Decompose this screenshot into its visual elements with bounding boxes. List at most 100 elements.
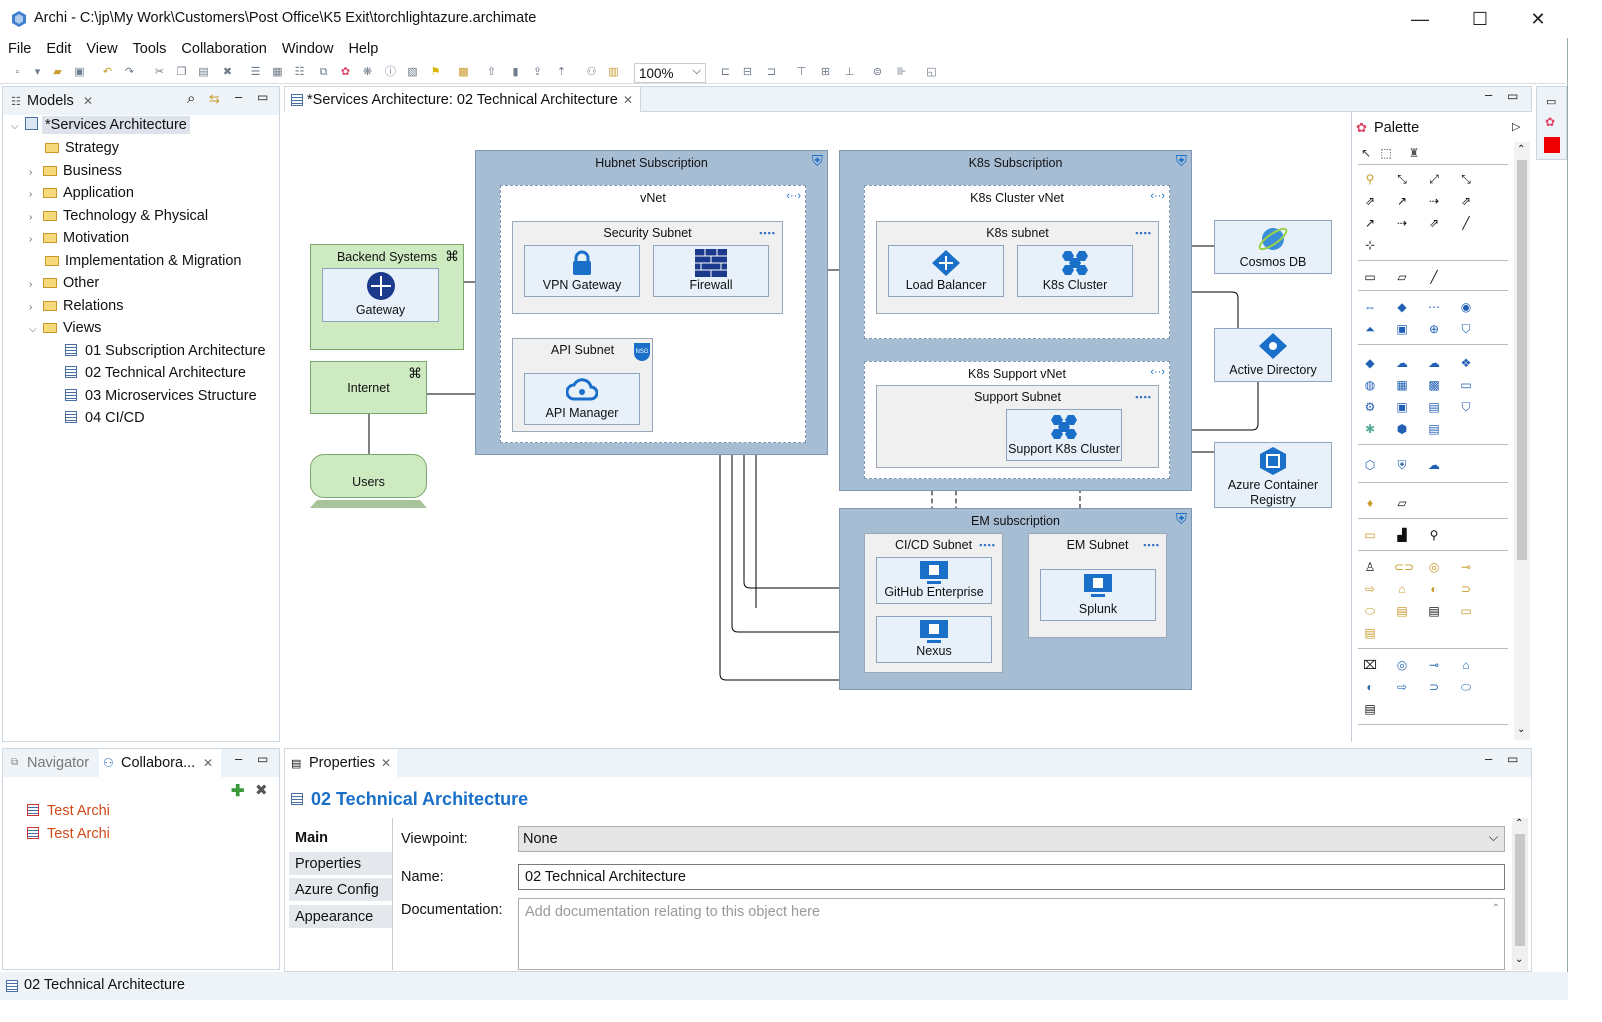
gateway-node[interactable]: Gateway xyxy=(322,268,439,322)
azure-subscription-icon[interactable]: ⛨ xyxy=(1394,458,1410,472)
security-subnet[interactable]: Security Subnet ▪▪▪▪ VPN Gateway Firewal… xyxy=(512,221,783,314)
app-interface-icon[interactable]: ⊸ xyxy=(1426,658,1442,672)
maximize-button[interactable]: ☐ xyxy=(1457,6,1503,32)
access-icon[interactable]: ⇢ xyxy=(1426,194,1442,208)
viewpoint-select[interactable]: None ⌵ xyxy=(518,826,1505,852)
minimize-panel-icon[interactable]: – xyxy=(235,89,242,104)
properties-icon[interactable]: ▦ xyxy=(270,65,285,80)
menu-help[interactable]: Help xyxy=(340,38,385,57)
close-icon[interactable]: ✕ xyxy=(203,756,213,770)
em-subnet[interactable]: EM Subnet ▪▪▪▪ Splunk xyxy=(1028,533,1167,638)
palette-scrollbar[interactable]: ⌃ ⌄ xyxy=(1514,142,1530,740)
outline-icon[interactable]: ☷ xyxy=(292,65,307,80)
tree-folder-motivation[interactable]: › Motivation xyxy=(29,230,129,246)
association-icon[interactable]: ╱ xyxy=(1458,216,1474,230)
azure-firewall-icon[interactable]: ▦ xyxy=(1394,378,1410,392)
cosmos-db-node[interactable]: Cosmos DB xyxy=(1214,220,1332,274)
scroll-down-icon[interactable]: ⌄ xyxy=(1515,954,1523,965)
menu-tools[interactable]: Tools xyxy=(125,38,174,57)
palette-icon[interactable]: ✿ xyxy=(338,65,353,80)
tab-azure-config[interactable]: Azure Config xyxy=(289,878,393,902)
tree-folder-implementation[interactable]: Implementation & Migration xyxy=(45,253,242,269)
app-service-icon[interactable]: ⬭ xyxy=(1458,680,1474,694)
tab-properties[interactable]: ▤ Properties ✕ xyxy=(285,749,397,777)
collab-commit-icon[interactable]: ⇧ xyxy=(484,65,499,80)
note-icon[interactable]: ▭ xyxy=(1362,270,1378,284)
minimize-panel-icon[interactable]: – xyxy=(1485,87,1492,102)
scroll-up-icon[interactable]: ⌃ xyxy=(1515,818,1523,829)
azure-nsg-icon[interactable]: ⛉ xyxy=(1458,322,1474,336)
tree-view-4[interactable]: 04 CI/CD xyxy=(65,410,145,426)
menu-collaboration[interactable]: Collaboration xyxy=(173,38,273,57)
format-painter-icon[interactable]: ♜ xyxy=(1406,146,1422,160)
scroll-thumb[interactable] xyxy=(1515,834,1525,946)
azure-network-icon[interactable]: ✱ xyxy=(1362,422,1378,436)
flow-icon[interactable]: ⇢ xyxy=(1394,216,1410,230)
em-subscription-group[interactable]: EM subscription ⛨ CI/CD Subnet ▪▪▪▪ GitH… xyxy=(839,508,1192,690)
azure-app-icon[interactable]: ▩ xyxy=(1426,378,1442,392)
search-icon[interactable]: ⌕ xyxy=(187,90,195,107)
models-tree-icon[interactable]: ☰ xyxy=(248,65,263,80)
close-icon[interactable]: ✕ xyxy=(381,756,391,770)
menu-edit[interactable]: Edit xyxy=(38,38,78,57)
diagram-canvas[interactable]: Hubnet Subscription ⛨ vNet ‹··› Security… xyxy=(286,112,1350,742)
tree-folder-application[interactable]: › Application xyxy=(29,185,134,201)
tab-main[interactable]: Main xyxy=(289,826,393,850)
business-object-icon[interactable]: ▤ xyxy=(1394,604,1410,618)
app-interaction-icon[interactable]: ◐ xyxy=(1362,680,1378,694)
marquee-tool-icon[interactable]: ⬚ xyxy=(1378,146,1394,160)
cicd-subnet[interactable]: CI/CD Subnet ▪▪▪▪ GitHub Enterprise Nexu… xyxy=(864,533,1003,673)
business-event-icon[interactable]: ⊃ xyxy=(1458,582,1474,596)
app-process-icon[interactable]: ⇨ xyxy=(1394,680,1410,694)
close-window-button[interactable]: ✕ xyxy=(1515,6,1561,32)
triggering-icon[interactable]: ↗ xyxy=(1362,216,1378,230)
maximize-panel-icon[interactable]: ▭ xyxy=(1507,89,1518,103)
azure-vm-icon[interactable]: ▭ xyxy=(1458,378,1474,392)
api-manager-node[interactable]: API Manager xyxy=(524,373,640,425)
resource-icon[interactable]: ▭ xyxy=(1362,528,1378,542)
collab-publish-icon[interactable]: ⇪ xyxy=(530,65,545,80)
align-middle-icon[interactable]: ⊞ xyxy=(818,65,833,80)
maximize-panel-icon[interactable]: ▭ xyxy=(257,752,268,766)
info-icon[interactable]: ⓘ xyxy=(383,65,398,80)
restore-icon[interactable]: ▭ xyxy=(1546,95,1556,108)
vpn-gateway-node[interactable]: VPN Gateway xyxy=(524,245,640,297)
align-right-icon[interactable]: ⊐ xyxy=(764,65,779,80)
tab-navigator[interactable]: Navigator xyxy=(27,755,89,771)
navigator-icon[interactable]: ⧉ xyxy=(316,65,331,80)
business-interface-icon[interactable]: ⊸ xyxy=(1458,560,1474,574)
business-service-icon[interactable]: ⬭ xyxy=(1362,604,1378,618)
align-center-icon[interactable]: ⊟ xyxy=(740,65,755,80)
app-event-icon[interactable]: ⊃ xyxy=(1426,680,1442,694)
default-size-icon[interactable]: ◱ xyxy=(924,65,939,80)
tree-view-1[interactable]: 01 Subscription Architecture xyxy=(65,343,266,359)
business-collab-icon[interactable]: ◎ xyxy=(1426,560,1442,574)
editor-tab[interactable]: *Services Architecture: 02 Technical Arc… xyxy=(285,87,641,113)
k8s-cluster-vnet-group[interactable]: K8s Cluster vNet ‹··› K8s subnet ▪▪▪▪ Lo… xyxy=(864,185,1170,339)
github-enterprise-node[interactable]: GitHub Enterprise xyxy=(876,557,992,604)
magic-connector-icon[interactable]: ⚲ xyxy=(1362,172,1378,186)
azure-key-icon[interactable]: ▤ xyxy=(1426,422,1442,436)
connection-icon[interactable]: ╱ xyxy=(1426,270,1442,284)
azure-lock-icon[interactable]: ▣ xyxy=(1394,322,1410,336)
azure-shield-icon[interactable]: ⛉ xyxy=(1458,400,1474,414)
models-tab-title[interactable]: Models xyxy=(27,93,74,109)
validator-icon[interactable]: ▧ xyxy=(405,65,420,80)
new-dropdown-icon[interactable]: ▾ xyxy=(30,65,45,80)
app-collab-icon[interactable]: ◎ xyxy=(1394,658,1410,672)
app-function-icon[interactable]: ⌂ xyxy=(1458,658,1474,672)
azure-monitor-icon[interactable]: ▣ xyxy=(1394,400,1410,414)
active-directory-node[interactable]: Active Directory xyxy=(1214,328,1332,382)
documentation-field[interactable]: Add documentation relating to this objec… xyxy=(518,898,1505,970)
scroll-down-icon[interactable]: ⌄ xyxy=(1517,724,1525,735)
influence-icon[interactable]: ⇗ xyxy=(1458,194,1474,208)
api-subnet[interactable]: API Subnet NSG API Manager xyxy=(512,338,653,432)
tree-folder-technology[interactable]: › Technology & Physical xyxy=(29,208,208,224)
firewall-node[interactable]: Firewall xyxy=(653,245,769,297)
collab-refresh-icon[interactable]: ▮ xyxy=(508,65,523,80)
tree-root[interactable]: ⌵ *Services Architecture xyxy=(11,116,190,134)
assignment-icon[interactable]: ⤡ xyxy=(1458,172,1474,186)
tree-view-3[interactable]: 03 Microservices Structure xyxy=(65,388,257,404)
azure-router-icon[interactable]: ⊕ xyxy=(1426,322,1442,336)
internet-node[interactable]: Internet ⌘ xyxy=(310,361,427,414)
